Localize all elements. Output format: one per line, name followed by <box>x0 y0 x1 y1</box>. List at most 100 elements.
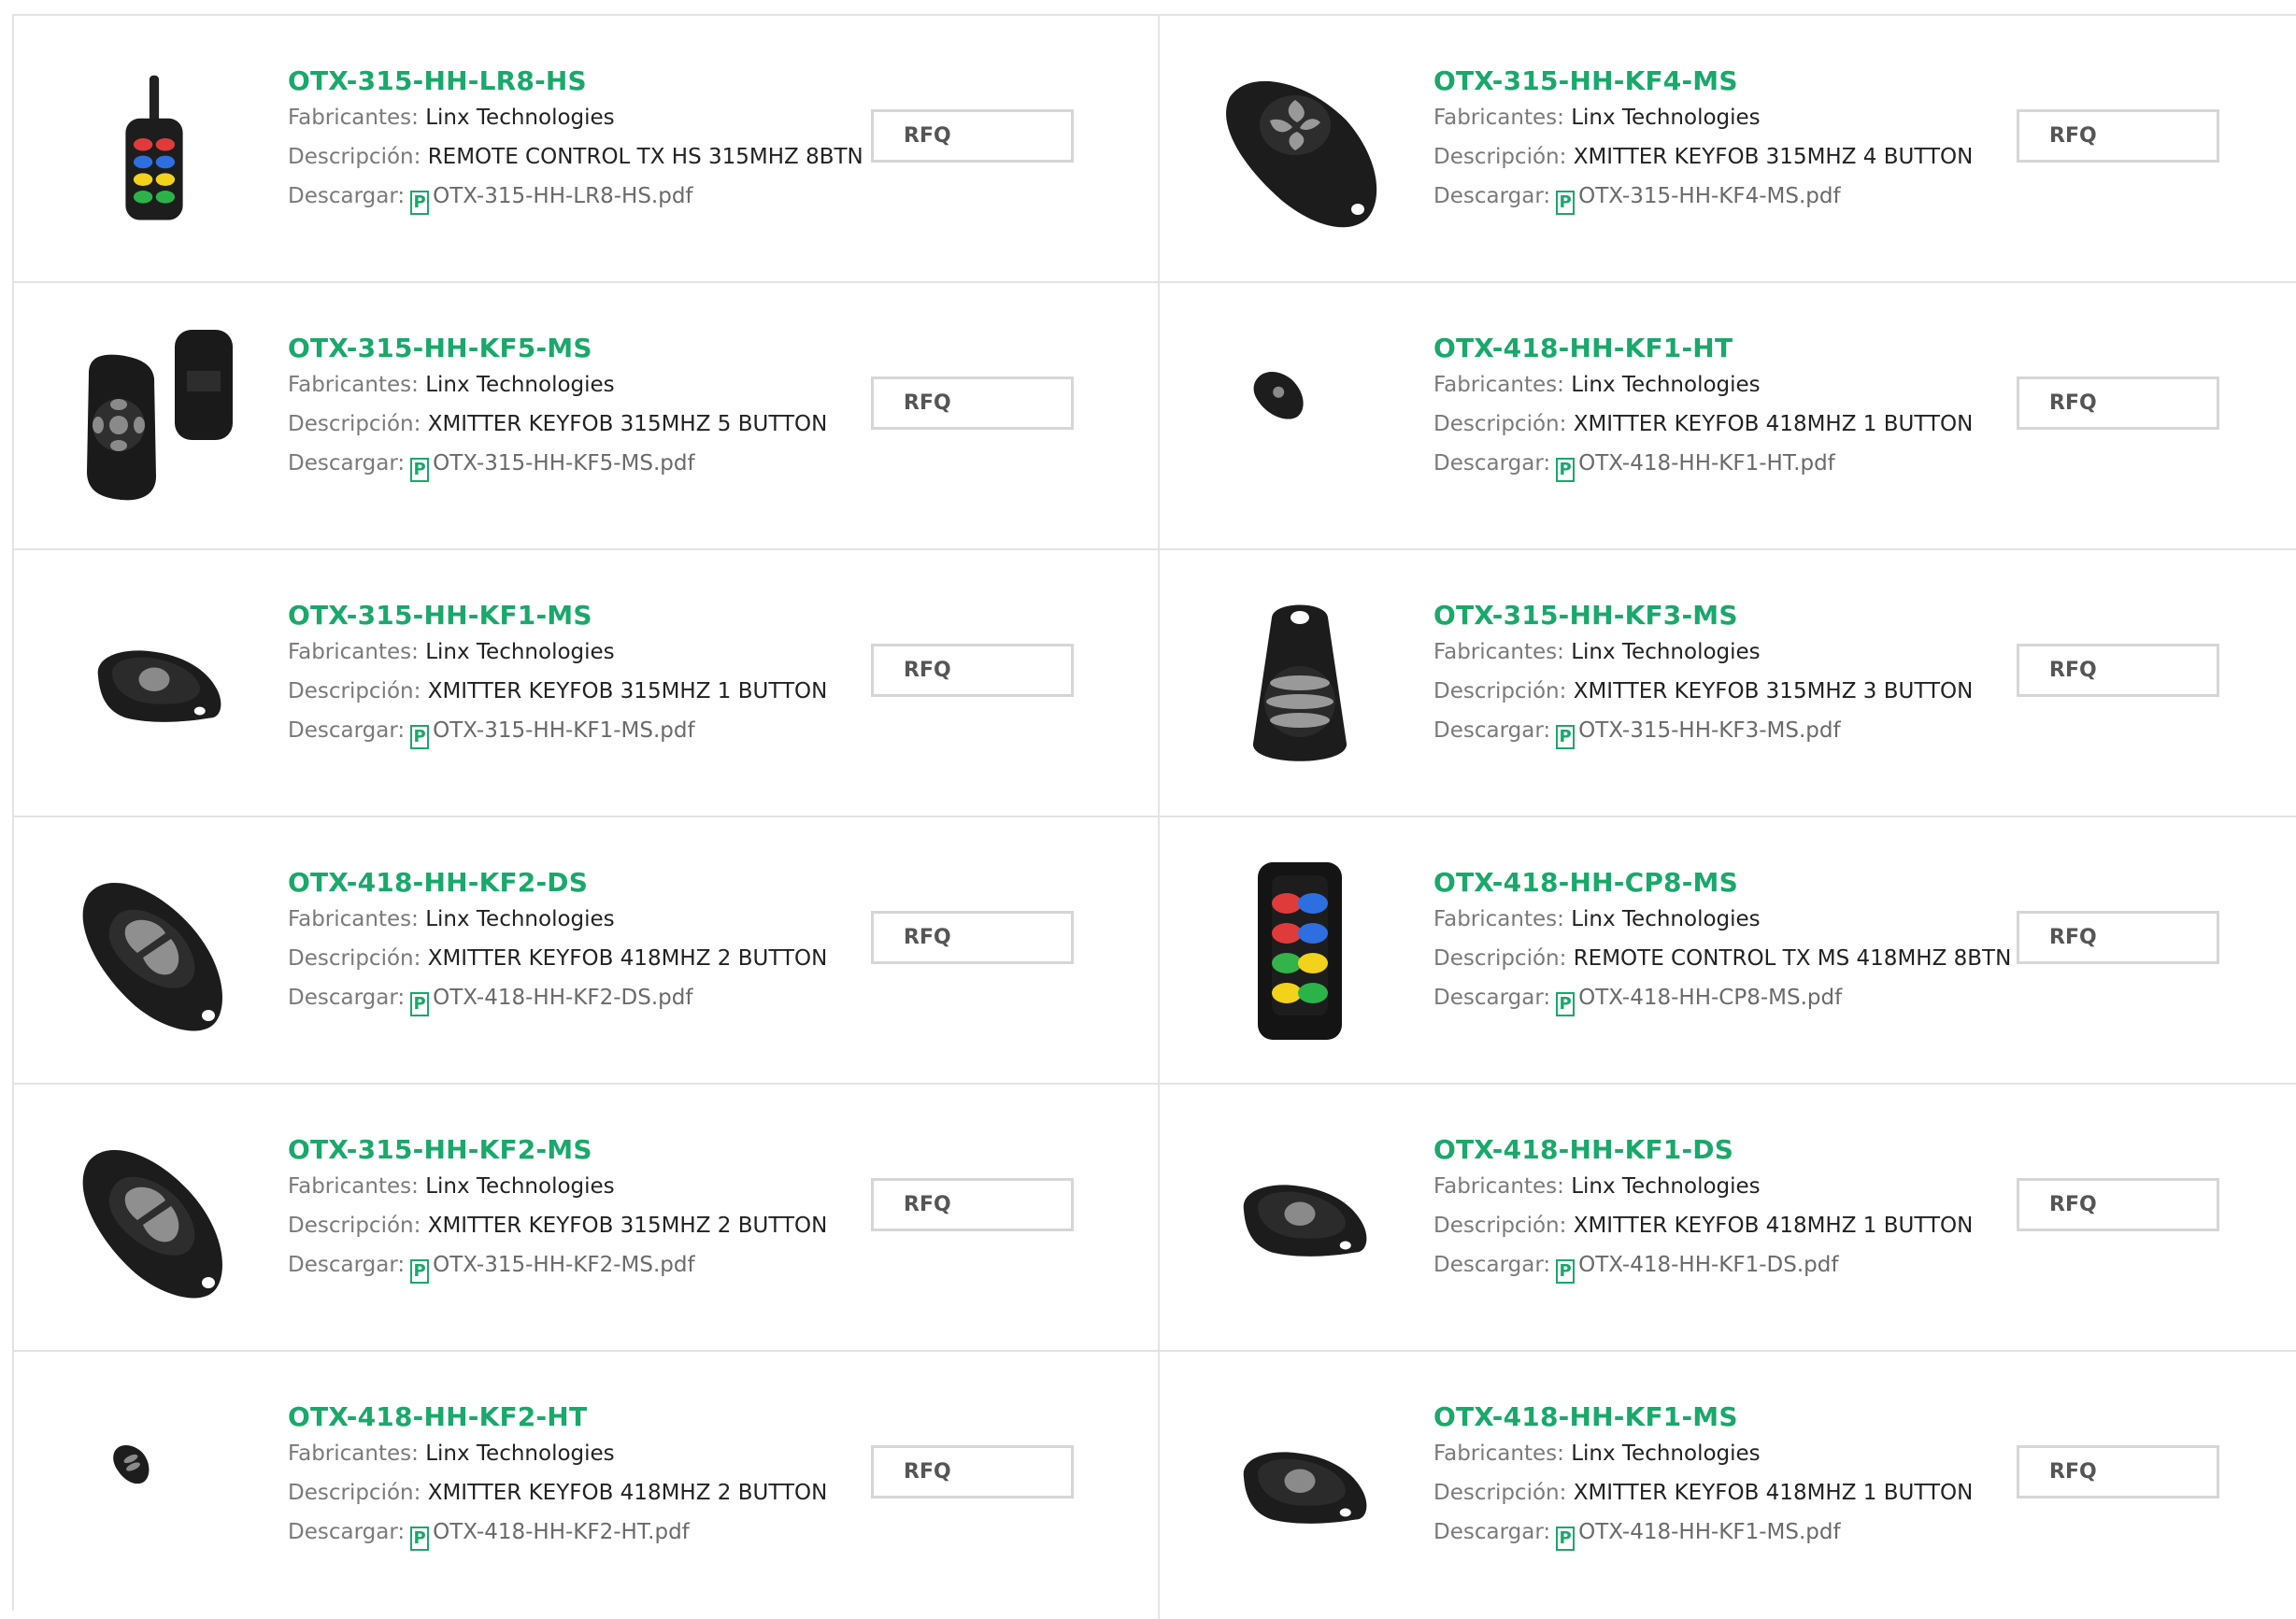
pdf-icon[interactable]: P <box>1556 1259 1576 1284</box>
description-row: Descripción: XMITTER KEYFOB 315MHZ 1 BUT… <box>288 672 827 711</box>
product-info: OTX-315-HH-KF3-MS Fabricantes: Linx Tech… <box>1433 599 1973 750</box>
keyfob-1-button-image[interactable] <box>61 589 248 776</box>
description-row: Descripción: XMITTER KEYFOB 418MHZ 2 BUT… <box>288 939 827 978</box>
description-label: Descripción: <box>1433 946 1567 971</box>
pdf-icon[interactable]: P <box>410 725 430 749</box>
download-row: Descargar: P OTX-418-HH-KF1-DS.pdf <box>1433 1245 1973 1285</box>
rfq-button[interactable]: RFQ <box>2017 109 2219 163</box>
pdf-icon[interactable]: P <box>1556 191 1576 215</box>
manufacturer-row: Fabricantes: Linx Technologies <box>288 632 827 672</box>
manufacturer-row: Fabricantes: Linx Technologies <box>288 1167 827 1206</box>
rfq-button[interactable]: RFQ <box>2017 1445 2219 1498</box>
manufacturer-label: Fabricantes: <box>288 373 419 397</box>
description-row: Descripción: XMITTER KEYFOB 418MHZ 1 BUT… <box>1433 1206 1973 1245</box>
pdf-icon[interactable]: P <box>410 458 430 482</box>
keyfob-3-button-image[interactable] <box>1206 589 1393 776</box>
description-label: Descripción: <box>288 145 421 169</box>
pdf-icon[interactable]: P <box>410 1527 430 1551</box>
datasheet-link[interactable]: OTX-315-HH-KF2-MS.pdf <box>433 1253 694 1277</box>
keyfob-1-button-image[interactable] <box>1206 1391 1393 1578</box>
datasheet-link[interactable]: OTX-418-HH-KF1-DS.pdf <box>1578 1253 1838 1277</box>
description-value: XMITTER KEYFOB 418MHZ 1 BUTTON <box>1573 1481 1974 1505</box>
keyfob-1-button-image[interactable] <box>1206 1124 1393 1311</box>
description-label: Descripción: <box>288 1481 421 1505</box>
antenna-remote-8-button-image[interactable] <box>61 55 248 242</box>
description-label: Descripción: <box>1433 412 1567 436</box>
product-part-number[interactable]: OTX-315-HH-KF2-MS <box>288 1133 827 1167</box>
datasheet-link[interactable]: OTX-418-HH-CP8-MS.pdf <box>1578 986 1842 1010</box>
small-keyfob-1-button-image[interactable] <box>1206 322 1393 509</box>
rfq-button[interactable]: RFQ <box>871 644 1074 697</box>
manufacturer-value: Linx Technologies <box>1571 1441 1761 1466</box>
download-label: Descargar: <box>1433 1253 1551 1277</box>
datasheet-link[interactable]: OTX-315-HH-KF4-MS.pdf <box>1578 184 1840 208</box>
manufacturer-value: Linx Technologies <box>425 1174 615 1199</box>
product-part-number[interactable]: OTX-315-HH-LR8-HS <box>288 64 863 98</box>
product-card: OTX-418-HH-CP8-MS Fabricantes: Linx Tech… <box>1160 817 2296 1085</box>
pdf-icon[interactable]: P <box>1556 1527 1576 1551</box>
pdf-icon[interactable]: P <box>1556 458 1576 482</box>
download-row: Descargar: P OTX-418-HH-KF1-HT.pdf <box>1433 444 1973 483</box>
rfq-button[interactable]: RFQ <box>2017 644 2219 697</box>
keyfob-4-button-image[interactable] <box>1206 55 1393 242</box>
product-part-number[interactable]: OTX-418-HH-KF2-HT <box>288 1400 827 1434</box>
keyfob-2-button-image[interactable] <box>61 857 248 1044</box>
description-value: XMITTER KEYFOB 418MHZ 2 BUTTON <box>427 946 828 971</box>
product-part-number[interactable]: OTX-315-HH-KF1-MS <box>288 599 827 632</box>
manufacturer-label: Fabricantes: <box>1433 1174 1564 1199</box>
manufacturer-value: Linx Technologies <box>425 640 615 664</box>
product-part-number[interactable]: OTX-315-HH-KF4-MS <box>1433 64 1973 98</box>
datasheet-link[interactable]: OTX-418-HH-KF1-HT.pdf <box>1578 451 1835 476</box>
description-row: Descripción: XMITTER KEYFOB 418MHZ 1 BUT… <box>1433 405 1973 444</box>
datasheet-link[interactable]: OTX-418-HH-KF2-DS.pdf <box>433 986 692 1010</box>
pdf-icon[interactable]: P <box>1556 725 1576 749</box>
product-part-number[interactable]: OTX-418-HH-KF2-DS <box>288 866 827 900</box>
description-row: Descripción: XMITTER KEYFOB 315MHZ 3 BUT… <box>1433 672 1973 711</box>
keyfob-2-button-image[interactable] <box>61 1124 248 1311</box>
rfq-button[interactable]: RFQ <box>2017 1178 2219 1231</box>
rfq-button[interactable]: RFQ <box>871 1178 1074 1231</box>
product-part-number[interactable]: OTX-315-HH-KF5-MS <box>288 332 827 365</box>
product-part-number[interactable]: OTX-418-HH-KF1-HT <box>1433 332 1973 365</box>
pdf-icon[interactable]: P <box>1556 992 1576 1016</box>
download-row: Descargar: P OTX-418-HH-KF1-MS.pdf <box>1433 1512 1973 1552</box>
manufacturer-row: Fabricantes: Linx Technologies <box>1433 1434 1973 1473</box>
download-label: Descargar: <box>1433 451 1551 476</box>
description-label: Descripción: <box>1433 1481 1567 1505</box>
datasheet-link[interactable]: OTX-315-HH-KF1-MS.pdf <box>433 718 694 743</box>
rfq-button[interactable]: RFQ <box>871 911 1074 964</box>
small-keyfob-2-button-image[interactable] <box>61 1391 248 1578</box>
product-part-number[interactable]: OTX-315-HH-KF3-MS <box>1433 599 1973 632</box>
datasheet-link[interactable]: OTX-315-HH-KF5-MS.pdf <box>433 451 694 476</box>
product-part-number[interactable]: OTX-418-HH-CP8-MS <box>1433 866 2011 900</box>
datasheet-link[interactable]: OTX-315-HH-KF3-MS.pdf <box>1578 718 1840 743</box>
description-label: Descripción: <box>288 946 421 971</box>
manufacturer-label: Fabricantes: <box>1433 640 1564 664</box>
pdf-icon[interactable]: P <box>410 191 430 215</box>
product-info: OTX-315-HH-LR8-HS Fabricantes: Linx Tech… <box>288 64 863 216</box>
remote-8-button-image[interactable] <box>1206 857 1393 1044</box>
download-row: Descargar: P OTX-418-HH-CP8-MS.pdf <box>1433 978 2011 1017</box>
datasheet-link[interactable]: OTX-418-HH-KF1-MS.pdf <box>1578 1520 1840 1544</box>
rfq-button[interactable]: RFQ <box>871 376 1074 430</box>
pdf-icon[interactable]: P <box>410 992 430 1016</box>
datasheet-link[interactable]: OTX-315-HH-LR8-HS.pdf <box>433 184 692 208</box>
product-info: OTX-418-HH-CP8-MS Fabricantes: Linx Tech… <box>1433 866 2011 1017</box>
download-row: Descargar: P OTX-315-HH-KF3-MS.pdf <box>1433 711 1973 750</box>
manufacturer-value: Linx Technologies <box>425 373 615 397</box>
product-part-number[interactable]: OTX-418-HH-KF1-DS <box>1433 1133 1973 1167</box>
manufacturer-row: Fabricantes: Linx Technologies <box>288 900 827 939</box>
description-value: REMOTE CONTROL TX MS 418MHZ 8BTN <box>1573 946 2012 971</box>
description-value: XMITTER KEYFOB 418MHZ 1 BUTTON <box>1573 1214 1974 1238</box>
description-label: Descripción: <box>288 412 421 436</box>
description-label: Descripción: <box>288 679 421 703</box>
rfq-button[interactable]: RFQ <box>2017 376 2219 430</box>
rfq-button[interactable]: RFQ <box>871 109 1074 163</box>
rfq-button[interactable]: RFQ <box>2017 911 2219 964</box>
product-part-number[interactable]: OTX-418-HH-KF1-MS <box>1433 1400 1973 1434</box>
rfq-button[interactable]: RFQ <box>871 1445 1074 1498</box>
keyfob-5-button-image[interactable] <box>61 322 248 509</box>
download-label: Descargar: <box>288 451 406 476</box>
datasheet-link[interactable]: OTX-418-HH-KF2-HT.pdf <box>433 1520 690 1544</box>
pdf-icon[interactable]: P <box>410 1259 430 1284</box>
